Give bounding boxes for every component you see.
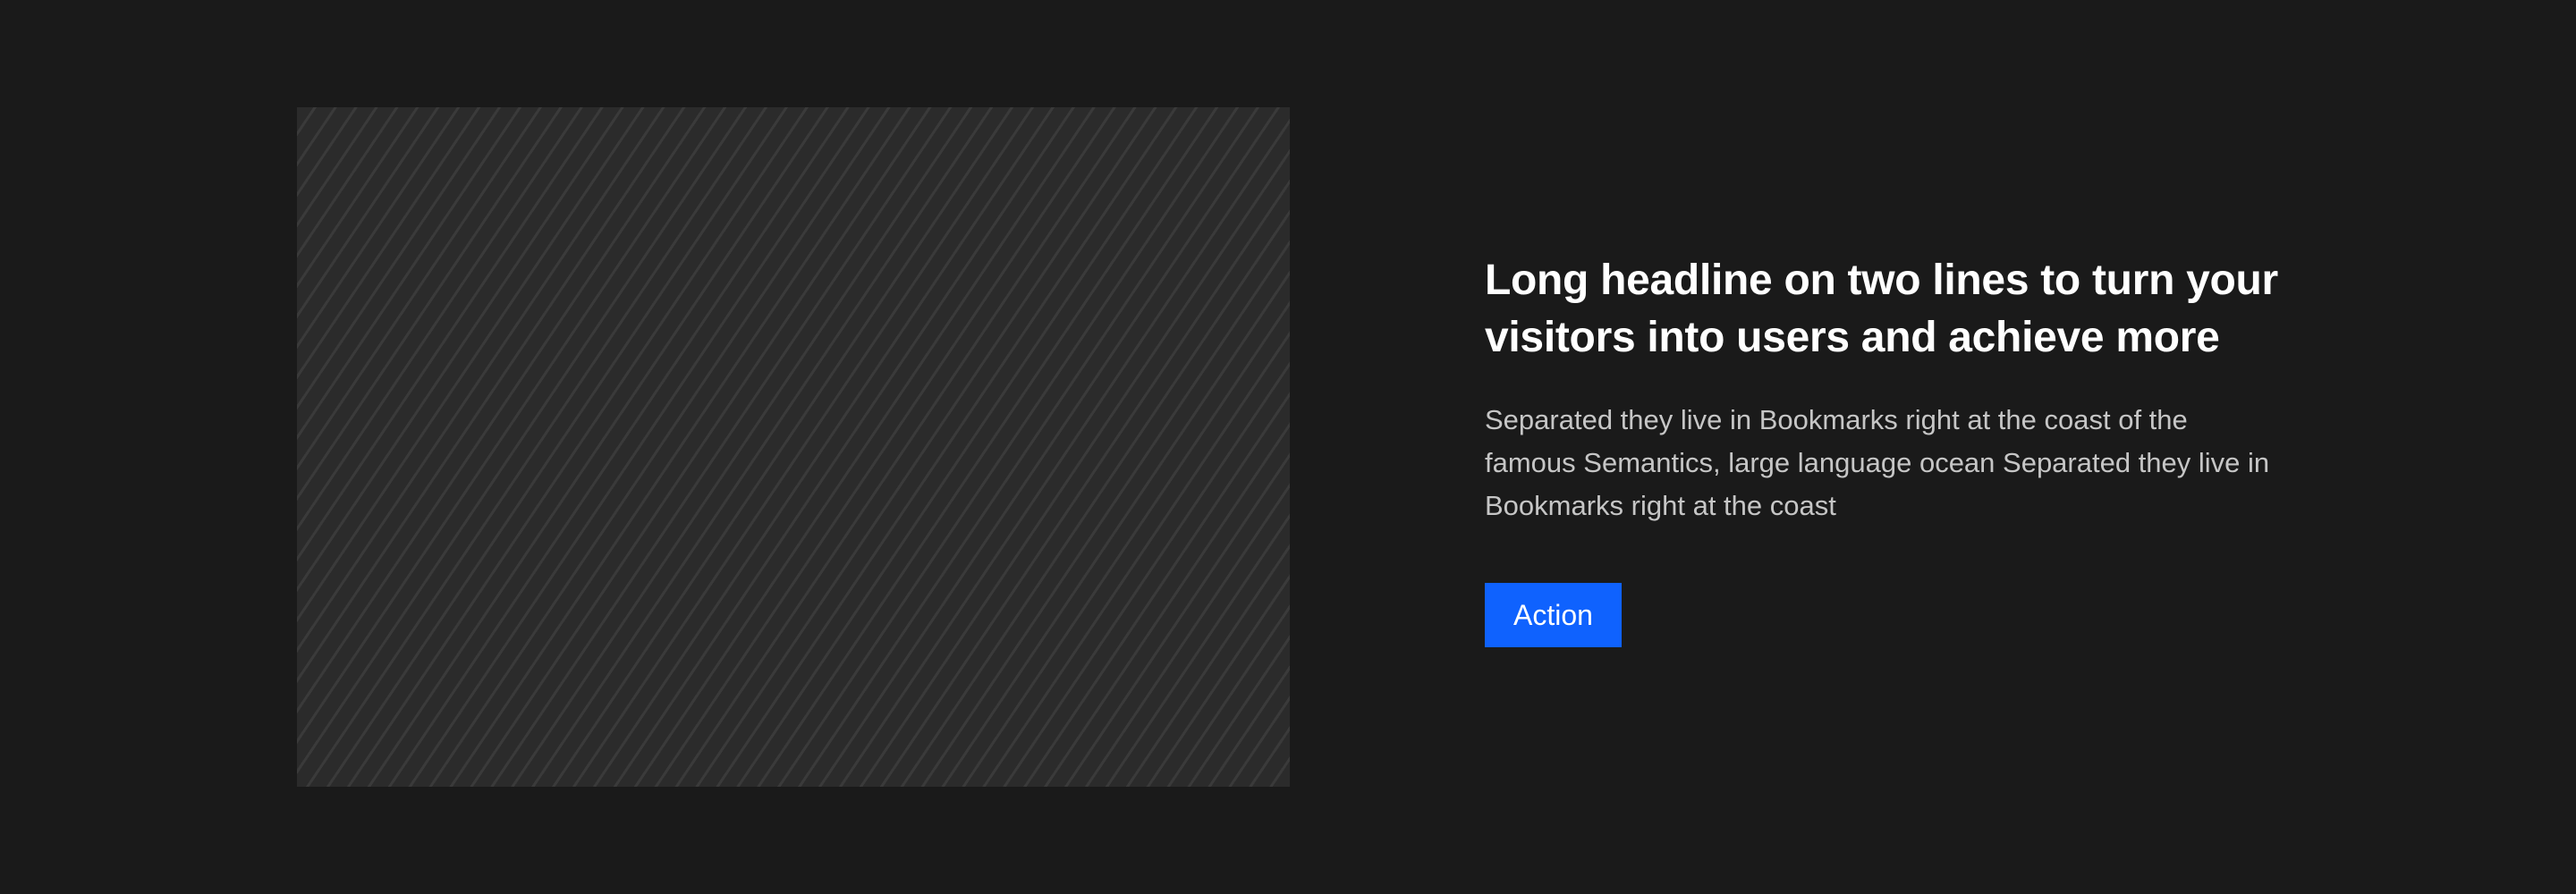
- hero-content: Long headline on two lines to turn your …: [1485, 252, 2290, 647]
- hero-headline: Long headline on two lines to turn your …: [1485, 257, 2278, 361]
- image-placeholder: [297, 107, 1290, 787]
- hero-body-text: Separated they live in Bookmarks right a…: [1485, 404, 2270, 521]
- hero-section: Long headline on two lines to turn your …: [0, 0, 2576, 894]
- action-button[interactable]: Action: [1485, 583, 1622, 647]
